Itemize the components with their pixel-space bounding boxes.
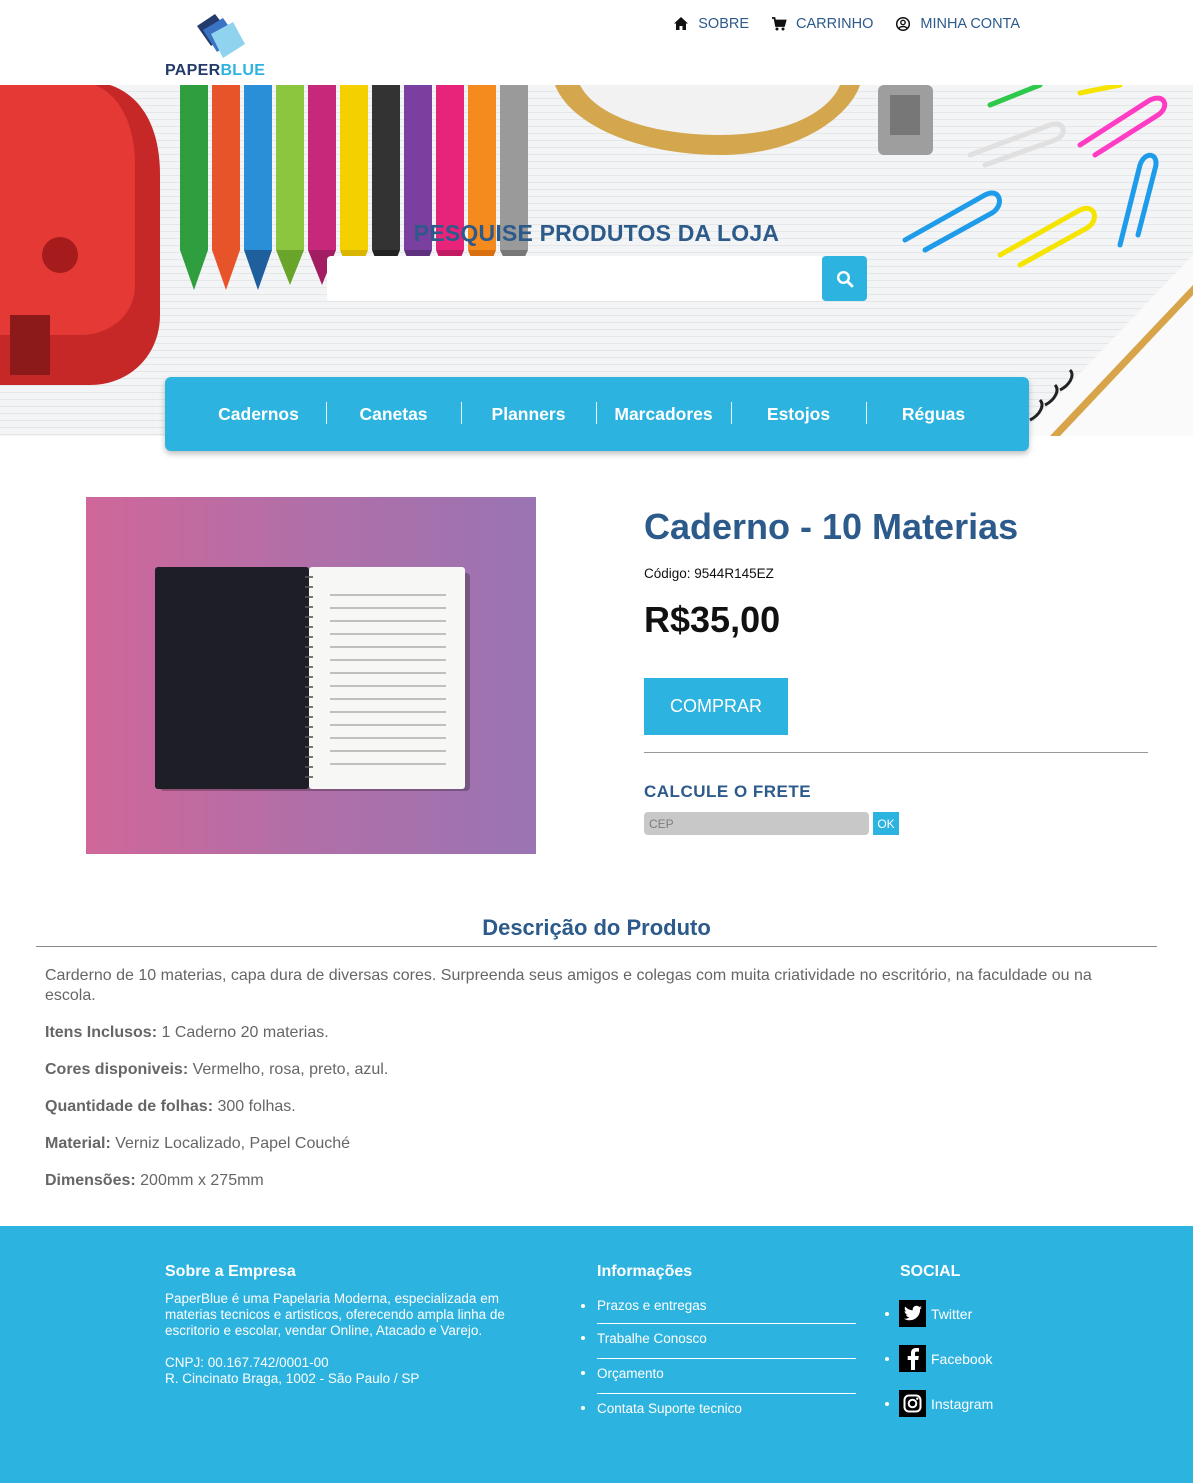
instagram-icon — [899, 1390, 926, 1417]
footer-about-description: PaperBlue é uma Papelaria Moderna, espec… — [165, 1291, 505, 1338]
twitter-icon — [899, 1300, 926, 1327]
spec-value: Verniz Localizado, Papel Couché — [110, 1135, 351, 1152]
spec-sheets: Quantidade de folhas: 300 folhas. — [45, 1097, 1145, 1117]
logo-text: PAPERBLUE — [165, 62, 266, 79]
category-reguas[interactable]: Réguas — [866, 401, 1001, 425]
footer-info-list: Prazos e entregas Trabalhe Conosco Orçam… — [581, 1293, 856, 1429]
top-nav: SOBRE CARRINHO MINHA CONTA — [673, 16, 1020, 32]
nav-cart-label: CARRINHO — [796, 16, 874, 32]
site-footer: Sobre a Empresa PaperBlue é uma Papelari… — [0, 1226, 1193, 1483]
nav-about[interactable]: SOBRE — [673, 16, 749, 32]
footer-link-suporte[interactable]: Contata Suporte tecnico — [581, 1394, 856, 1429]
description-intro: Carderno de 10 materias, capa dura de di… — [45, 967, 1092, 1004]
spec-colors: Cores disponiveis: Vermelho, rosa, preto… — [45, 1060, 1145, 1080]
footer-link-prazos[interactable]: Prazos e entregas — [581, 1293, 856, 1324]
social-facebook[interactable]: Facebook — [884, 1345, 993, 1372]
search-bar — [327, 256, 867, 301]
search-title: PESQUISE PRODUTOS DA LOJA — [413, 220, 780, 246]
footer-about-title: Sobre a Empresa — [165, 1263, 296, 1280]
footer-address: R. Cincinato Braga, 1002 - São Paulo / S… — [165, 1371, 420, 1386]
category-cadernos[interactable]: Cadernos — [191, 404, 326, 425]
footer-link-trabalhe[interactable]: Trabalhe Conosco — [581, 1324, 856, 1359]
spec-items: Itens Inclusos: 1 Caderno 20 materias. — [45, 1023, 1145, 1043]
spec-label: Dimensões: — [45, 1172, 136, 1189]
site-header: PAPERBLUE SOBRE CARRINHO MINHA CONTA — [0, 0, 1193, 85]
category-canetas[interactable]: Canetas — [326, 401, 461, 425]
user-circle-icon — [896, 16, 911, 32]
spec-material: Material: Verniz Localizado, Papel Couch… — [45, 1134, 1145, 1154]
description-title: Descrição do Produto — [482, 915, 711, 940]
notebook-illustration — [155, 567, 470, 791]
spec-label: Cores disponiveis: — [45, 1061, 189, 1078]
divider — [644, 752, 1148, 753]
product-price: R$35,00 — [644, 599, 781, 640]
buy-button[interactable]: COMPRAR — [644, 678, 788, 735]
cep-input[interactable] — [644, 812, 869, 835]
social-instagram-label: Instagram — [931, 1395, 994, 1412]
nav-cart[interactable]: CARRINHO — [771, 16, 873, 32]
logo-mark — [197, 14, 245, 58]
search-button[interactable] — [822, 256, 867, 301]
nav-account[interactable]: MINHA CONTA — [895, 16, 1020, 32]
social-twitter-label: Twitter — [931, 1305, 973, 1322]
logo[interactable]: PAPERBLUE — [165, 10, 275, 82]
spec-value: 300 folhas. — [213, 1098, 296, 1115]
search-input[interactable] — [327, 256, 822, 301]
footer-info-title: Informações — [597, 1263, 693, 1280]
home-icon — [674, 17, 689, 30]
footer-social-title: SOCIAL — [900, 1263, 961, 1280]
product-title: Caderno - 10 Materias — [644, 506, 1019, 547]
description-body: Carderno de 10 materias, capa dura de di… — [45, 966, 1145, 1208]
category-planners[interactable]: Planners — [461, 401, 596, 425]
product-code: Código: 9544R145EZ — [644, 566, 774, 581]
facebook-icon — [899, 1345, 926, 1372]
social-instagram[interactable]: Instagram — [884, 1390, 994, 1417]
search-icon — [836, 270, 853, 287]
cart-icon — [772, 17, 787, 31]
nav-account-label: MINHA CONTA — [920, 16, 1020, 32]
category-estojos[interactable]: Estojos — [731, 401, 866, 425]
nav-about-label: SOBRE — [698, 16, 750, 32]
social-facebook-label: Facebook — [931, 1350, 993, 1367]
shipping-title: CALCULE O FRETE — [644, 782, 812, 801]
category-marcadores[interactable]: Marcadores — [596, 401, 731, 425]
spec-value: Vermelho, rosa, preto, azul. — [188, 1061, 389, 1078]
spec-label: Material: — [45, 1135, 111, 1152]
social-twitter[interactable]: Twitter — [884, 1300, 993, 1327]
spec-label: Itens Inclusos: — [45, 1024, 158, 1041]
footer-social-list: Twitter Facebook Instagram — [884, 1300, 994, 1435]
footer-link-orcamento[interactable]: Orçamento — [581, 1359, 856, 1394]
spec-value: 1 Caderno 20 materias. — [157, 1024, 329, 1041]
spec-value: 200mm x 275mm — [135, 1172, 264, 1189]
cep-ok-button[interactable]: OK — [873, 812, 899, 835]
spec-label: Quantidade de folhas: — [45, 1098, 214, 1115]
spec-dimensions: Dimensões: 200mm x 275mm — [45, 1171, 1145, 1191]
footer-cnpj: CNPJ: 00.167.742/0001-00 — [165, 1355, 329, 1370]
footer-about-text: PaperBlue é uma Papelaria Moderna, espec… — [165, 1291, 545, 1387]
category-nav: Cadernos Canetas Planners Marcadores Est… — [165, 377, 1029, 451]
description-divider — [36, 946, 1157, 947]
product-image — [86, 497, 536, 854]
